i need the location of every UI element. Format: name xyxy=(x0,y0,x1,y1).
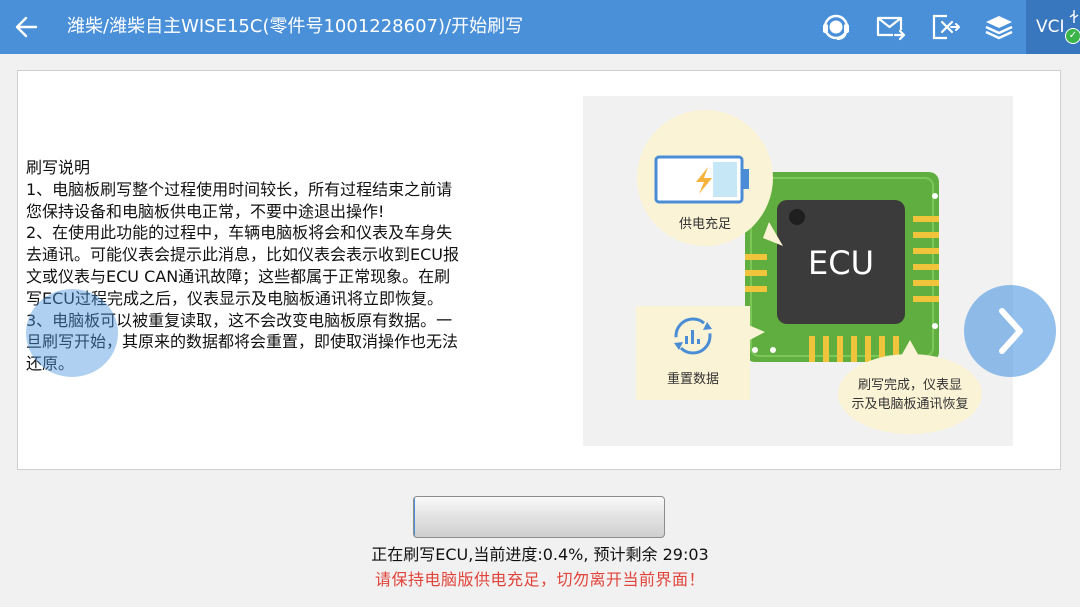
back-arrow-icon[interactable] xyxy=(10,9,46,45)
description-line: 1、电脑板刷写整个过程使用时间较长，所有过程结束之前请 xyxy=(26,179,453,199)
page-title: 潍柴/潍柴自主WISE15C(零件号1001228607)/开始刷写 xyxy=(67,16,524,37)
done-bubble-line2: 示及电脑板通讯恢复 xyxy=(851,397,968,412)
power-warning-text: 请保持电脑版供电充足，切勿离开当前界面！ xyxy=(374,570,705,589)
progress-status-text: 正在刷写ECU,当前进度:0.4%, 预计剩余 29:03 xyxy=(371,545,709,564)
description-line: 去通讯。可能仪表会提示此消息，比如仪表会表示收到ECU报 xyxy=(26,245,459,265)
vci-connected-check-icon: ✓ xyxy=(1065,28,1080,44)
export-icon[interactable] xyxy=(929,11,961,43)
previous-page-button[interactable] xyxy=(26,289,118,377)
usb-icon xyxy=(1069,10,1079,23)
description-heading: 刷写说明 xyxy=(26,158,91,177)
headset-support-icon[interactable] xyxy=(820,11,852,43)
layers-icon[interactable] xyxy=(983,11,1015,43)
top-bar: 潍柴/潍柴自主WISE15C(零件号1001228607)/开始刷写 VCI ✓ xyxy=(0,0,1080,54)
description-line: 您保持设备和电脑板供电正常，不要中途退出操作! xyxy=(26,201,385,221)
vci-connection-button[interactable]: VCI ✓ xyxy=(1026,0,1080,54)
description-line: 2、在使用此功能的过程中，车辆电脑板将会和仪表及车身失 xyxy=(26,223,453,243)
flash-info-card: 刷写说明 1、电脑板刷写整个过程使用时间较长，所有过程结束之前请 您保持设备和电… xyxy=(17,70,1061,470)
ecu-illustration-graphic: ECU 供电充足 重置数据 刷写完成，仪表显 示及电脑板通讯恢复 xyxy=(636,110,982,434)
done-bubble-line1: 刷写完成，仪表显 xyxy=(858,378,962,393)
reset-bubble-label: 重置数据 xyxy=(667,371,719,387)
mail-forward-icon[interactable] xyxy=(874,11,906,43)
progress-bar-fill xyxy=(414,497,415,537)
reset-bubble: 重置数据 xyxy=(636,306,765,400)
description-line: 文或仪表与ECU CAN通讯故障；这些都属于正常现象。在刷 xyxy=(26,266,451,286)
power-bubble-label: 供电充足 xyxy=(679,216,731,232)
flash-illustration: ECU 供电充足 重置数据 刷写完成，仪表显 示及电脑板通讯恢复 xyxy=(583,96,1013,446)
vci-label: VCI xyxy=(1036,17,1065,37)
next-page-button[interactable] xyxy=(964,285,1056,377)
ecu-chip-label: ECU xyxy=(808,244,874,282)
flash-progress-bar xyxy=(413,496,665,538)
chevron-right-icon xyxy=(999,308,1023,354)
